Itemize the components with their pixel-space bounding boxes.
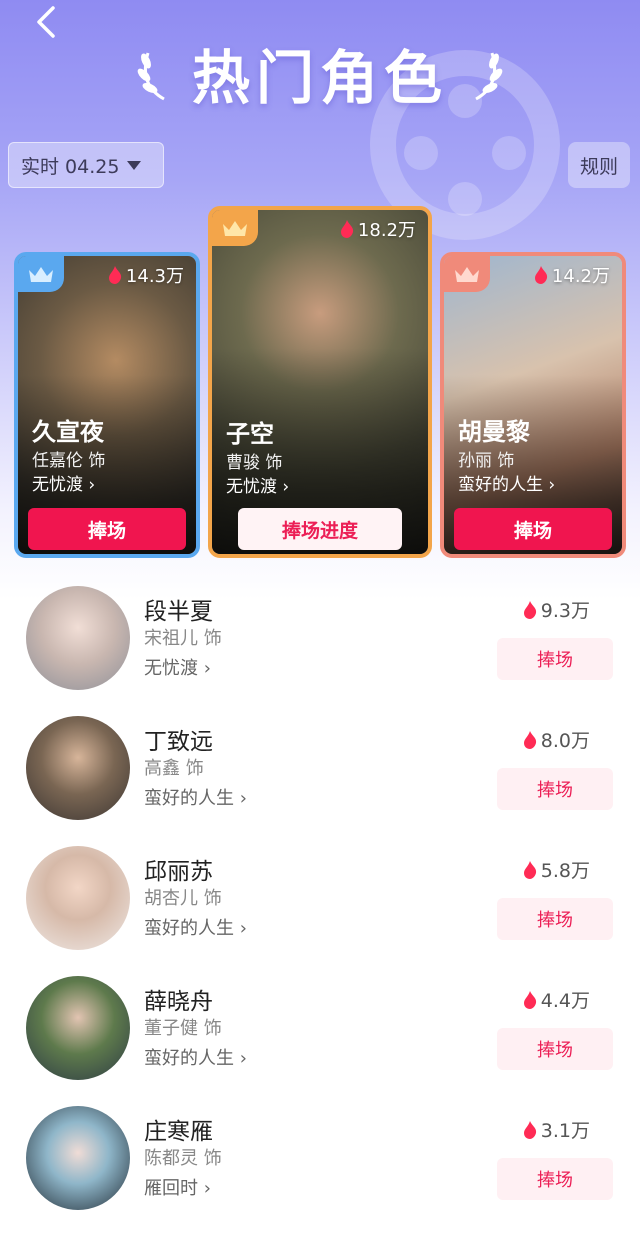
- heat-value: 5.8万: [523, 856, 590, 883]
- rank-badge: [18, 256, 64, 292]
- avatar: [26, 1106, 130, 1210]
- flame-icon: [534, 266, 548, 284]
- date-filter-dropdown[interactable]: 实时 04.25: [8, 142, 164, 188]
- actor-name: 陈都灵 饰: [144, 1148, 222, 1169]
- heat-value: 14.2万: [534, 262, 610, 288]
- laurel-right-icon: [475, 52, 503, 101]
- heat-value: 8.0万: [523, 726, 590, 753]
- actor-name: 高鑫 饰: [144, 758, 204, 779]
- page-title: 热门角色: [191, 44, 448, 112]
- cheer-button[interactable]: 捧场: [497, 768, 613, 810]
- avatar: [26, 586, 130, 690]
- heat-value: 3.1万: [523, 1116, 590, 1143]
- podium-card-rank-1[interactable]: 18.2万 子空 曹骏 饰 无忧渡 › 捧场进度: [208, 206, 432, 558]
- flame-icon: [523, 600, 536, 619]
- list-item[interactable]: 庄寒雁 陈都灵 饰 雁回时 › 3.1万 捧场: [0, 1106, 640, 1234]
- character-name: 薛晓舟: [144, 989, 213, 1015]
- cheer-button[interactable]: 捧场: [497, 1158, 613, 1200]
- drama-link[interactable]: 蛮好的人生 ›: [144, 784, 247, 810]
- drama-link[interactable]: 无忧渡 ›: [144, 654, 211, 680]
- list-item[interactable]: 丁致远 高鑫 饰 蛮好的人生 › 8.0万 捧场: [0, 716, 640, 846]
- actor-name: 曹骏 饰: [226, 453, 283, 473]
- cheer-button[interactable]: 捧场: [454, 508, 612, 550]
- rank-badge: [212, 210, 258, 246]
- caret-down-icon: [127, 160, 142, 170]
- cheer-progress-button[interactable]: 捧场进度: [238, 508, 402, 550]
- cheer-button[interactable]: 捧场: [497, 1028, 613, 1070]
- heat-value: 9.3万: [523, 596, 590, 623]
- actor-name: 孙丽 饰: [458, 451, 515, 471]
- character-name: 庄寒雁: [144, 1119, 213, 1145]
- heat-value: 18.2万: [340, 216, 416, 242]
- character-name: 久宣夜: [32, 418, 104, 446]
- crown-icon: [455, 267, 479, 282]
- rules-button[interactable]: 规则: [568, 142, 630, 188]
- actor-name: 宋祖儿 饰: [144, 628, 222, 649]
- character-name: 子空: [226, 420, 274, 448]
- list-item[interactable]: 段半夏 宋祖儿 饰 无忧渡 › 9.3万 捧场: [0, 586, 640, 716]
- character-name: 丁致远: [144, 729, 213, 755]
- date-filter-label: 实时 04.25: [21, 155, 120, 178]
- title-area: 热门角色: [0, 30, 640, 116]
- actor-name: 胡杏儿 饰: [144, 888, 222, 909]
- flame-icon: [523, 1120, 536, 1139]
- crown-icon: [223, 221, 247, 236]
- character-name: 段半夏: [144, 599, 213, 625]
- character-name: 邱丽苏: [144, 859, 213, 885]
- heat-value: 14.3万: [108, 262, 184, 288]
- flame-icon: [523, 990, 536, 1009]
- list-item[interactable]: 邱丽苏 胡杏儿 饰 蛮好的人生 › 5.8万 捧场: [0, 846, 640, 976]
- drama-link[interactable]: 蛮好的人生 ›: [458, 470, 555, 495]
- actor-name: 董子健 饰: [144, 1018, 222, 1039]
- drama-link[interactable]: 无忧渡 ›: [226, 472, 289, 497]
- flame-icon: [523, 730, 536, 749]
- list-item[interactable]: 薛晓舟 董子健 饰 蛮好的人生 › 4.4万 捧场: [0, 976, 640, 1106]
- avatar: [26, 976, 130, 1080]
- flame-icon: [523, 860, 536, 879]
- podium-card-rank-2[interactable]: 14.3万 久宣夜 任嘉伦 饰 无忧渡 › 捧场: [14, 252, 200, 558]
- avatar: [26, 846, 130, 950]
- drama-link[interactable]: 雁回时 ›: [144, 1174, 211, 1200]
- cheer-button[interactable]: 捧场: [497, 638, 613, 680]
- laurel-left-icon: [137, 52, 165, 101]
- character-name: 胡曼黎: [458, 418, 530, 446]
- crown-icon: [29, 267, 53, 282]
- flame-icon: [108, 266, 122, 284]
- drama-link[interactable]: 蛮好的人生 ›: [144, 914, 247, 940]
- drama-link[interactable]: 蛮好的人生 ›: [144, 1044, 247, 1070]
- actor-name: 任嘉伦 饰: [32, 451, 106, 471]
- avatar: [26, 716, 130, 820]
- heat-value: 4.4万: [523, 986, 590, 1013]
- podium-card-rank-3[interactable]: 14.2万 胡曼黎 孙丽 饰 蛮好的人生 › 捧场: [440, 252, 626, 558]
- flame-icon: [340, 220, 354, 238]
- cheer-button[interactable]: 捧场: [497, 898, 613, 940]
- cheer-button[interactable]: 捧场: [28, 508, 186, 550]
- drama-link[interactable]: 无忧渡 ›: [32, 470, 95, 495]
- rank-badge: [444, 256, 490, 292]
